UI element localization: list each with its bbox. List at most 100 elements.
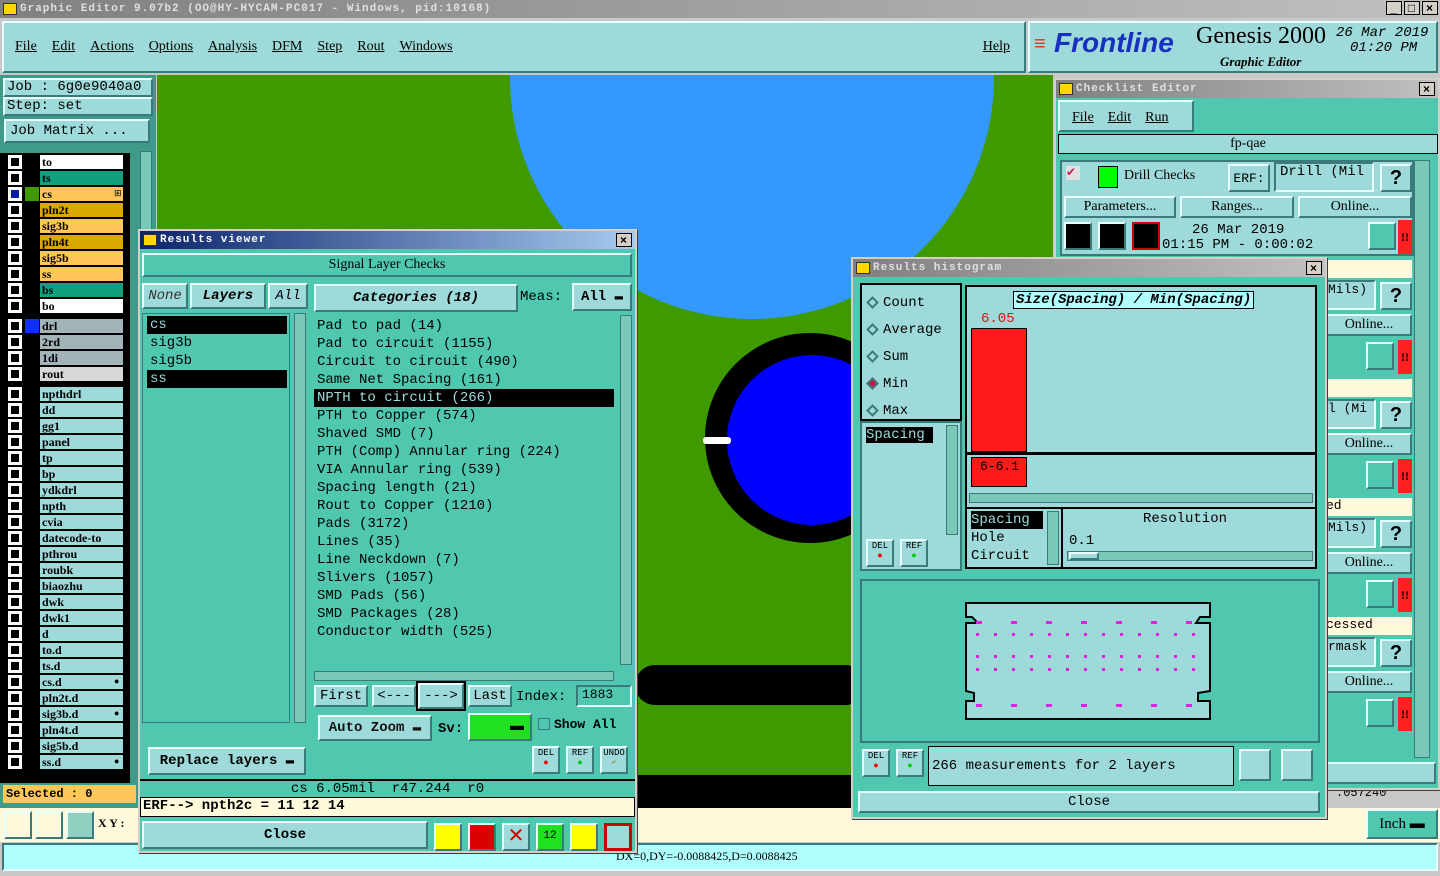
online-button[interactable]: Online... (1326, 314, 1412, 336)
layer-checkbox[interactable] (8, 187, 22, 201)
violation-marker[interactable] (1030, 633, 1033, 636)
measure-item[interactable]: Spacing (866, 427, 933, 443)
online-button[interactable]: Online... (1298, 196, 1412, 218)
close-window-button[interactable]: × (1422, 1, 1438, 15)
violation-marker[interactable] (994, 668, 997, 671)
zoom-fit-icon[interactable] (4, 811, 32, 839)
category-item[interactable]: Pads (3172) (314, 515, 614, 533)
reference-button[interactable]: REF ● (896, 749, 924, 777)
layer-row-to.d[interactable]: to.d (40, 643, 123, 657)
layer-row-dd[interactable]: dd (40, 403, 123, 417)
last-button[interactable]: Last (468, 685, 512, 707)
categories-button[interactable]: Categories (18) (314, 284, 518, 312)
violation-marker[interactable] (1138, 668, 1141, 671)
violation-marker[interactable] (1138, 633, 1141, 636)
layer-checkbox[interactable] (8, 319, 22, 333)
type-item[interactable]: Spacing (971, 511, 1043, 529)
violation-marker[interactable] (1084, 668, 1087, 671)
layer-checkbox[interactable] (8, 499, 22, 513)
category-item[interactable]: Lines (35) (314, 533, 614, 551)
layer-checkbox[interactable] (8, 755, 22, 769)
prev-button[interactable]: <--- (372, 685, 416, 707)
category-scrollbar[interactable] (620, 315, 632, 665)
menu-edit[interactable]: Edit (52, 39, 75, 55)
layer-row-dwk[interactable]: dwk (40, 595, 123, 609)
mode-radio-average[interactable]: Average (862, 316, 960, 343)
checklist-menu-run[interactable]: Run (1145, 110, 1168, 130)
layer-row-bp[interactable]: bp (40, 467, 123, 481)
import-histogram-icon[interactable] (1281, 749, 1313, 781)
resolution-slider[interactable] (1067, 551, 1313, 561)
layer-checkbox[interactable] (8, 723, 22, 737)
layer-row-to[interactable]: to (40, 155, 123, 169)
layer-checkbox[interactable] (8, 451, 22, 465)
layer-row-2rd[interactable]: 2rd (40, 335, 123, 349)
mode-radio-sum[interactable]: Sum (862, 343, 960, 370)
type-item[interactable]: Circuit (971, 547, 1043, 565)
zoom-in-icon[interactable] (1366, 699, 1394, 727)
layer-row-datecode-to[interactable]: datecode-to (40, 531, 123, 545)
help-button[interactable]: ? (1380, 164, 1412, 192)
category-item[interactable]: SMD Pads (56) (314, 587, 614, 605)
erf-field[interactable]: Mils) (1326, 518, 1376, 548)
layer-row-ss.d[interactable]: ss.d (40, 755, 123, 769)
histogram-bar[interactable] (971, 328, 1027, 452)
violation-marker[interactable] (1174, 633, 1177, 636)
category-item[interactable]: Circuit to circuit (490) (314, 353, 614, 371)
checklist-menu-edit[interactable]: Edit (1108, 110, 1131, 130)
menu-help[interactable]: Help (983, 39, 1010, 55)
layer-checkbox[interactable] (8, 387, 22, 401)
layer-row-tp[interactable]: tp (40, 451, 123, 465)
layer-checkbox[interactable] (8, 611, 22, 625)
category-item[interactable]: VIA Annular ring (539) (314, 461, 614, 479)
layer-checkbox[interactable] (8, 251, 22, 265)
mark-icon[interactable] (468, 823, 496, 851)
violation-marker[interactable] (1120, 668, 1123, 671)
mode-radio-min[interactable]: Min (862, 370, 960, 397)
help-button[interactable]: ? (1380, 639, 1412, 667)
erf-button[interactable]: ERF: (1228, 164, 1270, 192)
check-enabled-checkbox[interactable]: ✔ (1066, 166, 1080, 180)
category-hscroll[interactable] (314, 671, 614, 681)
layer-checkbox[interactable] (8, 579, 22, 593)
category-item[interactable]: Line Neckdown (7) (314, 551, 614, 569)
violation-marker[interactable] (1102, 633, 1105, 636)
layer-checkbox[interactable] (8, 675, 22, 689)
stop-run-icon[interactable] (1132, 222, 1160, 250)
delete-button[interactable]: DEL ● (862, 749, 890, 777)
parameters-button[interactable]: Parameters... (1064, 196, 1176, 218)
layer-row-sig5b[interactable]: sig5b (40, 251, 123, 265)
violation-marker[interactable] (1030, 668, 1033, 671)
checklist-scrollbar[interactable] (1414, 160, 1430, 758)
layer-checkbox[interactable] (8, 595, 22, 609)
zoom-in-icon[interactable] (1368, 222, 1396, 250)
type-scrollbar[interactable] (1047, 511, 1059, 565)
reference-button[interactable]: REF ● (900, 539, 928, 567)
menu-step[interactable]: Step (317, 39, 342, 55)
category-item[interactable]: Pad to pad (14) (314, 317, 614, 335)
layer-row-rout[interactable]: rout (40, 367, 123, 381)
zoom-in-icon[interactable] (1366, 580, 1394, 608)
layer-row-sig3b.d[interactable]: sig3b.d (40, 707, 123, 721)
type-item[interactable]: Hole (971, 529, 1043, 547)
violation-marker[interactable] (1084, 633, 1087, 636)
menu-options[interactable]: Options (149, 39, 193, 55)
layer-row-sig5b.d[interactable]: sig5b.d (40, 739, 123, 753)
ranges-button[interactable]: Ranges... (1180, 196, 1294, 218)
layer-checkbox[interactable] (8, 335, 22, 349)
mode-radio-count[interactable]: Count (862, 289, 960, 316)
erf-field[interactable]: Drill (Mil (1274, 162, 1374, 192)
zoom-in-icon[interactable] (1366, 342, 1394, 370)
violation-marker[interactable] (1030, 655, 1033, 658)
violation-marker[interactable] (1081, 704, 1087, 707)
violation-marker[interactable] (1048, 633, 1051, 636)
violation-marker[interactable] (994, 633, 997, 636)
category-item[interactable]: SMD Packages (28) (314, 605, 614, 623)
violation-marker[interactable] (1066, 668, 1069, 671)
layer-checkbox[interactable] (8, 483, 22, 497)
violation-marker[interactable] (1156, 655, 1159, 658)
layer-checkbox[interactable] (8, 531, 22, 545)
layer-row-cvia[interactable]: cvia (40, 515, 123, 529)
maximize-button[interactable]: □ (1404, 1, 1420, 15)
violation-marker[interactable] (1048, 668, 1051, 671)
